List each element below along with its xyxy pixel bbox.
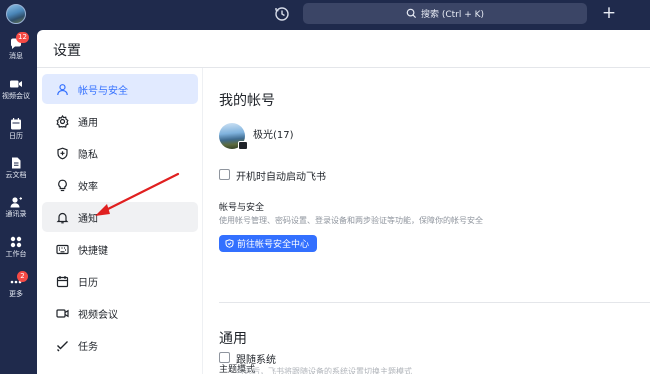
nav-item-tasks[interactable]: 任务 — [42, 330, 198, 360]
go-security-center-button[interactable]: 前往帐号安全中心 — [219, 235, 318, 252]
nav-item-efficiency[interactable]: 效率 — [42, 170, 198, 200]
search-icon — [406, 8, 417, 19]
rail-label: 视频会议 — [2, 92, 30, 100]
keyboard-icon — [56, 244, 69, 254]
video-camera-icon — [10, 80, 22, 88]
rail-item-docs[interactable]: 云文档 — [0, 156, 32, 180]
nav-label: 通用 — [78, 117, 98, 129]
nav-item-shortcuts[interactable]: 快捷键 — [42, 234, 198, 264]
shield-plus-icon — [57, 147, 68, 159]
nav-label: 视频会议 — [78, 309, 118, 321]
settings-content-inner: 我的帐号 极光(17) 开机时自动启动飞书 帐号与安全 使用帐号管理、密码设置、… — [203, 68, 650, 374]
more-badge: 2 — [17, 271, 28, 282]
page-title: 设置 — [53, 43, 81, 59]
rail-item-more[interactable]: 更多 2 — [0, 271, 32, 299]
settings-panel: 设置 帐号与安全 通用 隐私 效率 通知 快捷键 日历 视频会议 任务 我的帐号… — [37, 30, 650, 374]
search-placeholder: 搜索 (Ctrl + K) — [420, 10, 485, 20]
rail-item-contacts[interactable]: 通讯录 — [0, 195, 32, 219]
checkmark-icon — [57, 340, 68, 351]
nav-item-general[interactable]: 通用 — [42, 106, 198, 136]
nav-label: 任务 — [78, 341, 98, 353]
rail-label: 日历 — [9, 132, 23, 140]
rail-label: 云文档 — [5, 171, 27, 179]
follow-system-checkbox[interactable] — [219, 352, 230, 363]
section-title-my-account: 我的帐号 — [219, 93, 275, 109]
section-title-general: 通用 — [219, 331, 247, 347]
nav-item-calendar[interactable]: 日历 — [42, 266, 198, 296]
calendar-icon — [56, 275, 69, 287]
gear-icon — [56, 114, 69, 128]
security-button-label: 前往帐号安全中心 — [237, 240, 310, 250]
rail-item-messages[interactable]: 消息 12 — [0, 32, 32, 61]
person-icon — [57, 83, 68, 95]
grid-apps-icon — [10, 236, 22, 248]
autostart-checkbox[interactable] — [219, 169, 230, 180]
theme-description: 勾选后，飞书将跟随设备的系统设置切换主题模式 — [236, 367, 412, 374]
document-icon — [12, 157, 21, 169]
lightbulb-icon — [58, 179, 67, 191]
app-rail: 消息 12 视频会议 日历 云文档 通讯录 工作台 更多 2 — [0, 28, 32, 374]
nav-label: 效率 — [78, 181, 98, 193]
nav-item-account-security[interactable]: 帐号与安全 — [42, 74, 198, 104]
video-icon — [56, 308, 69, 318]
nav-item-video-meeting[interactable]: 视频会议 — [42, 298, 198, 328]
nav-label: 帐号与安全 — [78, 85, 128, 97]
settings-content: 我的帐号 极光(17) 开机时自动启动飞书 帐号与安全 使用帐号管理、密码设置、… — [203, 68, 650, 374]
user-avatar[interactable] — [6, 4, 26, 24]
camera-icon[interactable] — [238, 141, 248, 150]
nav-item-privacy[interactable]: 隐私 — [42, 138, 198, 168]
rail-label: 更多 — [9, 290, 23, 298]
settings-nav: 帐号与安全 通用 隐私 效率 通知 快捷键 日历 视频会议 任务 — [37, 68, 203, 374]
search-input[interactable]: 搜索 (Ctrl + K) — [303, 3, 587, 24]
nav-label: 隐私 — [78, 149, 98, 161]
autostart-label: 开机时自动启动飞书 — [236, 172, 326, 183]
nav-label: 通知 — [78, 213, 98, 225]
security-description: 使用帐号管理、密码设置、登录设备和两步验证等功能，保障你的帐号安全 — [219, 216, 483, 225]
nav-label: 快捷键 — [78, 245, 108, 257]
rail-label: 消息 — [9, 52, 23, 60]
top-bar: 搜索 (Ctrl + K) + — [0, 0, 650, 28]
profile-name: 极光(17) — [253, 130, 294, 141]
contacts-icon — [10, 197, 22, 208]
follow-system-label: 跟随系统 — [236, 355, 276, 366]
unread-badge: 12 — [16, 32, 29, 43]
section-divider — [219, 302, 650, 303]
calendar-icon — [11, 118, 21, 130]
rail-label: 通讯录 — [5, 210, 27, 218]
rail-item-calendar[interactable]: 日历 — [0, 117, 32, 141]
bell-icon — [56, 212, 69, 223]
history-icon[interactable] — [274, 6, 290, 22]
add-button[interactable]: + — [601, 5, 617, 22]
nav-label: 日历 — [78, 277, 98, 289]
rail-label: 工作台 — [5, 250, 27, 258]
shield-icon — [225, 239, 234, 248]
rail-item-workplace[interactable]: 工作台 — [0, 235, 32, 259]
nav-item-notifications[interactable]: 通知 — [42, 202, 198, 232]
rail-item-video-meeting[interactable]: 视频会议 — [0, 77, 32, 101]
security-heading: 帐号与安全 — [219, 203, 265, 213]
